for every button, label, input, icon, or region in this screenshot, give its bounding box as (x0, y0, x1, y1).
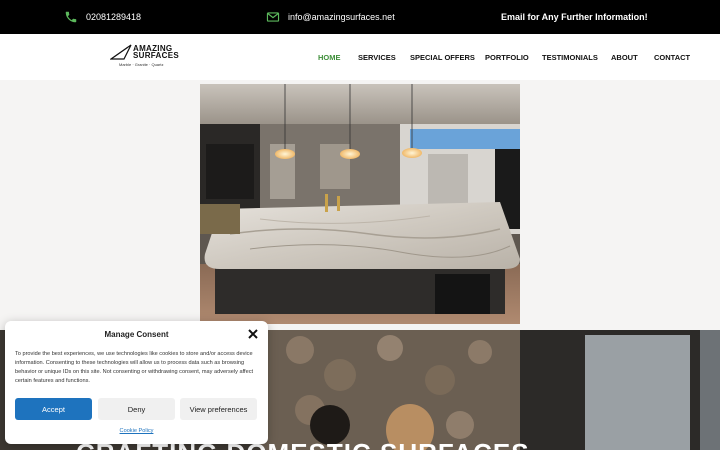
nav-special-offers[interactable]: SPECIAL OFFERS (410, 34, 475, 80)
nav-about[interactable]: ABOUT (611, 34, 638, 80)
kitchen-island-image (200, 84, 520, 324)
accept-button[interactable]: Accept (15, 398, 92, 420)
main-nav: HOME SERVICES SPECIAL OFFERS PORTFOLIO T… (0, 34, 720, 80)
top-contact-bar: 02081289418 info@amazingsurfaces.net Ema… (0, 0, 720, 34)
nav-home[interactable]: HOME (318, 34, 341, 80)
phone-number[interactable]: 02081289418 (86, 12, 141, 22)
envelope-icon (266, 10, 280, 24)
nav-services[interactable]: SERVICES (358, 34, 396, 80)
close-icon[interactable] (247, 328, 259, 340)
topbar-info-text: Email for Any Further Information! (501, 12, 648, 22)
nav-testimonials[interactable]: TESTIMONIALS (542, 34, 598, 80)
nav-portfolio[interactable]: PORTFOLIO (485, 34, 529, 80)
consent-title: Manage Consent (104, 330, 169, 339)
cookie-consent-dialog: Manage Consent To provide the best exper… (5, 321, 268, 444)
cookie-policy-link[interactable]: Cookie Policy (5, 428, 268, 434)
view-preferences-button[interactable]: View preferences (180, 398, 257, 420)
nav-contact[interactable]: CONTACT (654, 34, 690, 80)
topbar-email[interactable]: info@amazingsurfaces.net (266, 0, 395, 34)
email-address[interactable]: info@amazingsurfaces.net (288, 12, 395, 22)
deny-button[interactable]: Deny (98, 398, 175, 420)
site-header: AMAZING SURFACES Marble · Granite · Quar… (0, 34, 720, 80)
consent-description: To provide the best experiences, we use … (15, 351, 254, 384)
topbar-phone[interactable]: 02081289418 (64, 0, 141, 34)
phone-icon (64, 10, 78, 24)
